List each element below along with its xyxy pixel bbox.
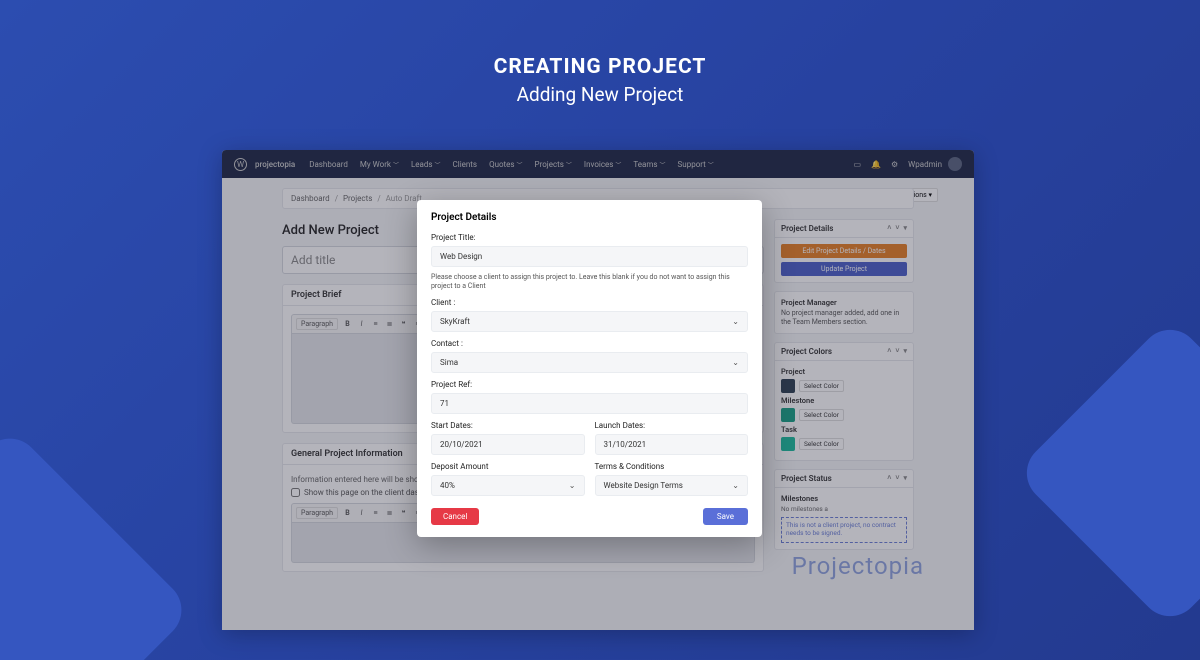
breadcrumb-projects[interactable]: Projects: [343, 194, 372, 203]
milestones-none: No milestones a: [781, 505, 907, 513]
sidebar-project-status: Project Status ˄˅▾ Milestones No milesto…: [774, 469, 914, 550]
project-ref-field[interactable]: 71: [431, 393, 748, 414]
client-label: Client :: [431, 298, 748, 307]
project-brief-heading: Project Brief: [291, 290, 341, 300]
select-color-button[interactable]: Select Color: [799, 438, 844, 450]
paragraph-select-2[interactable]: Paragraph: [296, 507, 338, 519]
manager-heading: Project Manager: [781, 298, 907, 307]
select-color-button[interactable]: Select Color: [799, 409, 844, 421]
chevron-down-icon: ⌄: [732, 481, 739, 490]
modal-title: Project Details: [431, 212, 748, 223]
sidebar-project-manager: Project Manager No project manager added…: [774, 291, 914, 334]
save-button[interactable]: Save: [703, 508, 748, 525]
wordpress-icon: W: [234, 158, 247, 171]
chevron-down-icon: ⌄: [732, 317, 739, 326]
chevron-down-icon: ⌄: [732, 358, 739, 367]
nav-support[interactable]: Support﹀: [678, 160, 714, 169]
projectopia-logo: Projectopia: [792, 552, 924, 580]
list-ol-icon[interactable]: ≣: [385, 509, 394, 517]
bell-icon[interactable]: 🔔: [871, 160, 881, 169]
update-project-button[interactable]: Update Project: [781, 262, 907, 276]
contact-select[interactable]: Sima⌄: [431, 352, 748, 373]
expand-icon[interactable]: ˅: [895, 347, 899, 356]
select-color-button[interactable]: Select Color: [799, 380, 844, 392]
hero-title: CREATING PROJECT: [0, 55, 1200, 79]
client-select[interactable]: SkyKraft⌄: [431, 311, 748, 332]
nav-leads[interactable]: Leads﹀: [411, 160, 441, 169]
list-icon[interactable]: ≡: [371, 320, 380, 328]
manager-text: No project manager added, add one in the…: [781, 309, 907, 327]
general-heading: General Project Information: [291, 449, 403, 459]
toggle-icon[interactable]: ▾: [903, 347, 907, 356]
modal-help-text: Please choose a client to assign this pr…: [431, 273, 748, 291]
toggle-icon[interactable]: ▾: [903, 474, 907, 483]
avatar[interactable]: [948, 157, 962, 171]
ref-label: Project Ref:: [431, 380, 748, 389]
terms-label: Terms & Conditions: [595, 462, 749, 471]
collapse-icon[interactable]: ˄: [887, 224, 891, 233]
nav-clients[interactable]: Clients: [453, 160, 478, 169]
sidebar-project-details: Project Details ˄˅▾ Edit Project Details…: [774, 219, 914, 283]
start-date-field[interactable]: 20/10/2021: [431, 434, 585, 455]
toggle-icon[interactable]: ▾: [903, 224, 907, 233]
chevron-down-icon: ⌄: [569, 481, 576, 490]
paragraph-select[interactable]: Paragraph: [296, 318, 338, 330]
deposit-select[interactable]: 40%⌄: [431, 475, 585, 496]
hero-subtitle: Adding New Project: [0, 83, 1200, 106]
brand-name: projectopia: [255, 160, 295, 169]
nav-invoices[interactable]: Invoices﹀: [584, 160, 622, 169]
quote-icon[interactable]: ❝: [399, 509, 408, 517]
breadcrumb-dashboard[interactable]: Dashboard: [291, 194, 330, 203]
checkbox-input[interactable]: [291, 488, 300, 497]
bold-icon[interactable]: B: [343, 320, 352, 328]
nav-mywork[interactable]: My Work﹀: [360, 160, 399, 169]
start-date-label: Start Dates:: [431, 421, 585, 430]
italic-icon[interactable]: I: [357, 509, 366, 517]
project-details-modal: Project Details Project Title: Web Desig…: [417, 200, 762, 537]
top-nav: W projectopia Dashboard My Work﹀ Leads﹀ …: [222, 150, 974, 178]
swatch-task: [781, 437, 795, 451]
terms-select[interactable]: Website Design Terms⌄: [595, 475, 749, 496]
list-ol-icon[interactable]: ≣: [385, 320, 394, 328]
contact-label: Contact :: [431, 339, 748, 348]
chat-icon[interactable]: ▭: [853, 160, 861, 169]
nav-projects[interactable]: Projects﹀: [535, 160, 572, 169]
nav-teams[interactable]: Teams﹀: [633, 160, 665, 169]
status-notice: This is not a client project, no contrac…: [781, 517, 907, 543]
nav-quotes[interactable]: Quotes﹀: [489, 160, 522, 169]
nav-dashboard[interactable]: Dashboard: [309, 160, 348, 169]
screenshot-window: W projectopia Dashboard My Work﹀ Leads﹀ …: [222, 150, 974, 630]
expand-icon[interactable]: ˅: [895, 224, 899, 233]
bold-icon[interactable]: B: [343, 509, 352, 517]
edit-details-button[interactable]: Edit Project Details / Dates: [781, 244, 907, 258]
user-name[interactable]: Wpadmin: [908, 160, 942, 169]
quote-icon[interactable]: ❝: [399, 320, 408, 328]
deposit-label: Deposit Amount: [431, 462, 585, 471]
collapse-icon[interactable]: ˄: [887, 474, 891, 483]
project-title-label: Project Title:: [431, 233, 748, 242]
cancel-button[interactable]: Cancel: [431, 508, 479, 525]
list-icon[interactable]: ≡: [371, 509, 380, 517]
swatch-milestone: [781, 408, 795, 422]
launch-date-field[interactable]: 31/10/2021: [595, 434, 749, 455]
launch-date-label: Launch Dates:: [595, 421, 749, 430]
italic-icon[interactable]: I: [357, 320, 366, 328]
project-title-field[interactable]: Web Design: [431, 246, 748, 267]
gear-icon[interactable]: ⚙: [891, 160, 898, 169]
expand-icon[interactable]: ˅: [895, 474, 899, 483]
sidebar-project-colors: Project Colors ˄˅▾ Project Select Color …: [774, 342, 914, 461]
milestones-label: Milestones: [781, 494, 907, 503]
swatch-project: [781, 379, 795, 393]
collapse-icon[interactable]: ˄: [887, 347, 891, 356]
